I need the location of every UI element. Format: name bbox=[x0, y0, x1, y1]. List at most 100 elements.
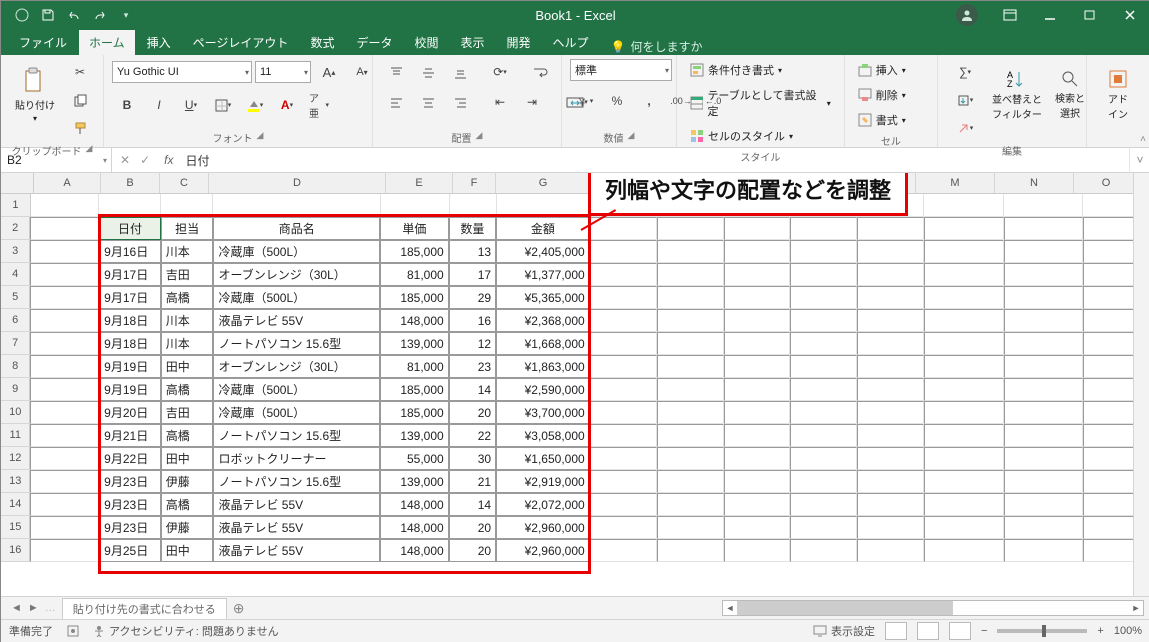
cell[interactable] bbox=[657, 493, 724, 516]
row-header[interactable]: 16 bbox=[1, 539, 30, 562]
cell[interactable] bbox=[790, 516, 857, 539]
expand-formula-bar-icon[interactable]: ˅ bbox=[1129, 148, 1149, 172]
cell[interactable] bbox=[924, 516, 1003, 539]
cell[interactable] bbox=[857, 355, 924, 378]
cell[interactable]: 冷蔵庫（500L） bbox=[213, 401, 380, 424]
autosave-toggle[interactable] bbox=[11, 4, 33, 26]
italic-button[interactable]: I bbox=[144, 92, 174, 118]
tab-page-layout[interactable]: ページレイアウト bbox=[183, 30, 299, 55]
tab-review[interactable]: 校閲 bbox=[404, 30, 448, 55]
col-header[interactable]: M bbox=[916, 173, 995, 193]
zoom-in-icon[interactable]: + bbox=[1097, 625, 1103, 637]
cell[interactable] bbox=[590, 516, 657, 539]
cell[interactable]: 14 bbox=[449, 493, 496, 516]
cell[interactable] bbox=[657, 332, 724, 355]
cell[interactable] bbox=[30, 378, 99, 401]
cell[interactable]: 液晶テレビ 55V bbox=[213, 539, 380, 562]
cell[interactable] bbox=[30, 539, 99, 562]
cell[interactable]: ¥2,919,000 bbox=[496, 470, 590, 493]
cell[interactable] bbox=[924, 332, 1003, 355]
cell[interactable] bbox=[790, 447, 857, 470]
cell[interactable]: 商品名 bbox=[213, 217, 380, 240]
cell[interactable] bbox=[724, 286, 791, 309]
cell[interactable] bbox=[790, 539, 857, 562]
cell[interactable] bbox=[1004, 309, 1083, 332]
tell-me-search[interactable]: 💡 何をしますか bbox=[611, 38, 703, 55]
cell[interactable] bbox=[924, 378, 1003, 401]
conditional-formatting-button[interactable]: 条件付き書式 ▾ bbox=[685, 59, 787, 81]
cell[interactable]: 9月25日 bbox=[99, 539, 161, 562]
cell[interactable] bbox=[924, 539, 1003, 562]
new-sheet-icon[interactable]: ⊕ bbox=[233, 600, 245, 617]
col-header[interactable]: B bbox=[101, 173, 160, 193]
cell[interactable]: 冷蔵庫（500L） bbox=[213, 240, 380, 263]
cell[interactable]: 単価 bbox=[380, 217, 449, 240]
cell[interactable] bbox=[1004, 539, 1083, 562]
page-layout-view-icon[interactable] bbox=[917, 622, 939, 640]
format-as-table-button[interactable]: テーブルとして書式設定 ▾ bbox=[685, 84, 836, 122]
cell[interactable] bbox=[657, 355, 724, 378]
align-dialog-launcher[interactable]: ◢ bbox=[476, 130, 483, 145]
cell[interactable] bbox=[790, 240, 857, 263]
cell[interactable]: 液晶テレビ 55V bbox=[213, 309, 380, 332]
cell[interactable]: 9月21日 bbox=[99, 424, 161, 447]
cell[interactable]: 14 bbox=[449, 378, 496, 401]
cell[interactable]: ノートパソコン 15.6型 bbox=[213, 470, 380, 493]
page-break-view-icon[interactable] bbox=[949, 622, 971, 640]
cell[interactable] bbox=[724, 332, 791, 355]
maximize-button[interactable] bbox=[1070, 1, 1110, 29]
cell[interactable] bbox=[724, 516, 791, 539]
cell[interactable]: 12 bbox=[449, 332, 496, 355]
cell[interactable] bbox=[857, 217, 924, 240]
cell[interactable]: 金額 bbox=[496, 217, 590, 240]
cell[interactable] bbox=[1004, 240, 1083, 263]
cell[interactable]: ロボットクリーナー bbox=[213, 447, 380, 470]
cell[interactable] bbox=[857, 470, 924, 493]
cell[interactable]: ¥2,368,000 bbox=[496, 309, 590, 332]
cell[interactable]: 23 bbox=[449, 355, 496, 378]
cell[interactable] bbox=[1004, 447, 1083, 470]
cell[interactable] bbox=[924, 194, 1003, 217]
cell[interactable] bbox=[30, 332, 99, 355]
cell[interactable]: 148,000 bbox=[380, 493, 449, 516]
cell[interactable] bbox=[590, 401, 657, 424]
tab-view[interactable]: 表示 bbox=[450, 30, 494, 55]
cell[interactable]: 吉田 bbox=[161, 401, 214, 424]
cell[interactable]: 川本 bbox=[161, 332, 214, 355]
cell[interactable]: 9月23日 bbox=[99, 470, 161, 493]
cell[interactable] bbox=[30, 470, 99, 493]
cell[interactable]: 液晶テレビ 55V bbox=[213, 493, 380, 516]
col-header[interactable]: N bbox=[995, 173, 1074, 193]
select-all-corner[interactable] bbox=[1, 173, 34, 193]
cell[interactable] bbox=[924, 217, 1003, 240]
orientation-icon[interactable]: ⟳▾ bbox=[485, 59, 515, 85]
cell[interactable]: ノートパソコン 15.6型 bbox=[213, 332, 380, 355]
cell[interactable] bbox=[30, 240, 99, 263]
cell[interactable] bbox=[857, 516, 924, 539]
cell[interactable] bbox=[724, 424, 791, 447]
increase-indent-icon[interactable]: ⇥ bbox=[517, 89, 547, 115]
cell[interactable] bbox=[857, 240, 924, 263]
autosum-icon[interactable]: ∑▾ bbox=[946, 59, 984, 85]
cell[interactable] bbox=[1004, 470, 1083, 493]
cell[interactable] bbox=[1004, 194, 1083, 217]
cell[interactable] bbox=[724, 309, 791, 332]
tab-home[interactable]: ホーム bbox=[79, 30, 135, 55]
zoom-out-icon[interactable]: − bbox=[981, 625, 987, 637]
align-bottom-icon[interactable] bbox=[445, 59, 475, 85]
cell[interactable] bbox=[31, 194, 100, 217]
cell[interactable]: ¥1,377,000 bbox=[496, 263, 590, 286]
cell[interactable]: 担当 bbox=[161, 217, 214, 240]
cell[interactable] bbox=[161, 194, 213, 217]
cell[interactable] bbox=[657, 424, 724, 447]
cell[interactable]: ¥2,072,000 bbox=[496, 493, 590, 516]
row-header[interactable]: 4 bbox=[1, 263, 30, 286]
cell[interactable] bbox=[590, 447, 657, 470]
cell[interactable] bbox=[1004, 401, 1083, 424]
cell[interactable] bbox=[30, 309, 99, 332]
row-header[interactable]: 9 bbox=[1, 378, 30, 401]
cell[interactable] bbox=[30, 516, 99, 539]
cell[interactable]: 139,000 bbox=[380, 332, 449, 355]
find-select-button[interactable]: 検索と 選択 bbox=[1050, 59, 1090, 131]
cell[interactable]: 高橋 bbox=[161, 493, 214, 516]
